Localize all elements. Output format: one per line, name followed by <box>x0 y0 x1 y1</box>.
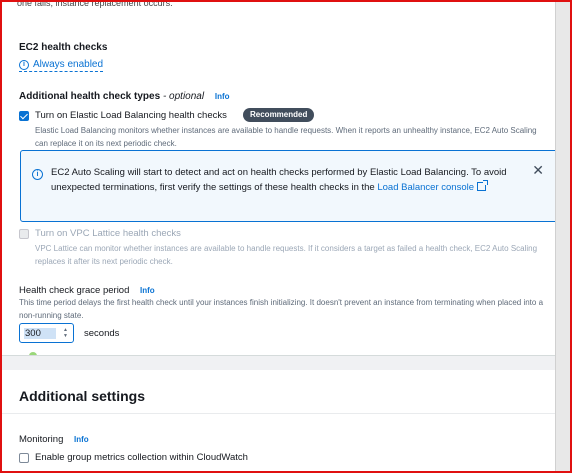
info-circle-icon: i <box>32 169 43 180</box>
info-alert: i EC2 Auto Scaling will start to detect … <box>20 150 559 222</box>
group-metrics-checkbox-label[interactable]: Enable group metrics collection within C… <box>35 452 248 463</box>
info-circle-icon: i <box>19 59 29 70</box>
always-enabled-status[interactable]: i Always enabled <box>19 59 104 72</box>
monitoring-label: Monitoring Info <box>19 434 89 445</box>
vpc-lattice-checkbox-label: Turn on VPC Lattice health checks <box>35 228 181 239</box>
load-balancer-console-link-text[interactable]: Load Balancer console <box>377 182 474 193</box>
info-link-additional-types[interactable]: Info <box>215 92 230 101</box>
grace-period-input[interactable]: ▲▼ <box>19 323 74 343</box>
elb-health-checkbox-label[interactable]: Turn on Elastic Load Balancing health ch… <box>35 110 227 121</box>
info-link-monitoring[interactable]: Info <box>74 435 89 444</box>
always-enabled-text: Always enabled <box>33 59 104 70</box>
ec2-health-checks-label: EC2 health checks <box>19 42 108 53</box>
vpc-lattice-description: VPC Lattice can monitor whether instance… <box>35 244 538 266</box>
screenshot-frame: one fails, instance replacement occurs. … <box>0 0 572 473</box>
grace-period-title: Health check grace period <box>19 285 130 296</box>
additional-types-label: Additional health check types - optional… <box>19 91 230 102</box>
grace-period-label: Health check grace period Info <box>19 285 155 296</box>
close-icon[interactable]: ✕ <box>532 163 544 177</box>
grace-period-description: This time period delays the first health… <box>19 298 544 320</box>
additional-settings-heading: Additional settings <box>19 388 145 404</box>
elb-description: Elastic Load Balancing monitors whether … <box>35 126 537 148</box>
recommended-badge: Recommended <box>243 108 315 122</box>
vpc-lattice-checkbox <box>19 229 29 239</box>
section-divider <box>2 355 560 370</box>
load-balancer-console-link[interactable]: Load Balancer console <box>377 180 488 193</box>
monitoring-title: Monitoring <box>19 434 64 445</box>
group-metrics-checkbox[interactable] <box>19 453 29 463</box>
info-link-grace-period[interactable]: Info <box>140 286 155 295</box>
additional-types-title: Additional health check types <box>19 91 161 102</box>
seconds-unit-label: seconds <box>84 328 120 339</box>
optional-tag: - optional <box>162 91 205 102</box>
grace-period-value[interactable] <box>24 327 56 339</box>
alert-message: EC2 Auto Scaling will start to detect an… <box>51 165 511 195</box>
stepper-arrows-icon[interactable]: ▲ ▼ <box>62 327 69 339</box>
external-link-icon <box>477 180 488 191</box>
scrollbar[interactable] <box>555 2 570 471</box>
heading-separator <box>2 413 560 414</box>
elb-health-checkbox[interactable] <box>19 111 29 121</box>
partial-description: one fails, instance replacement occurs. <box>17 0 173 8</box>
